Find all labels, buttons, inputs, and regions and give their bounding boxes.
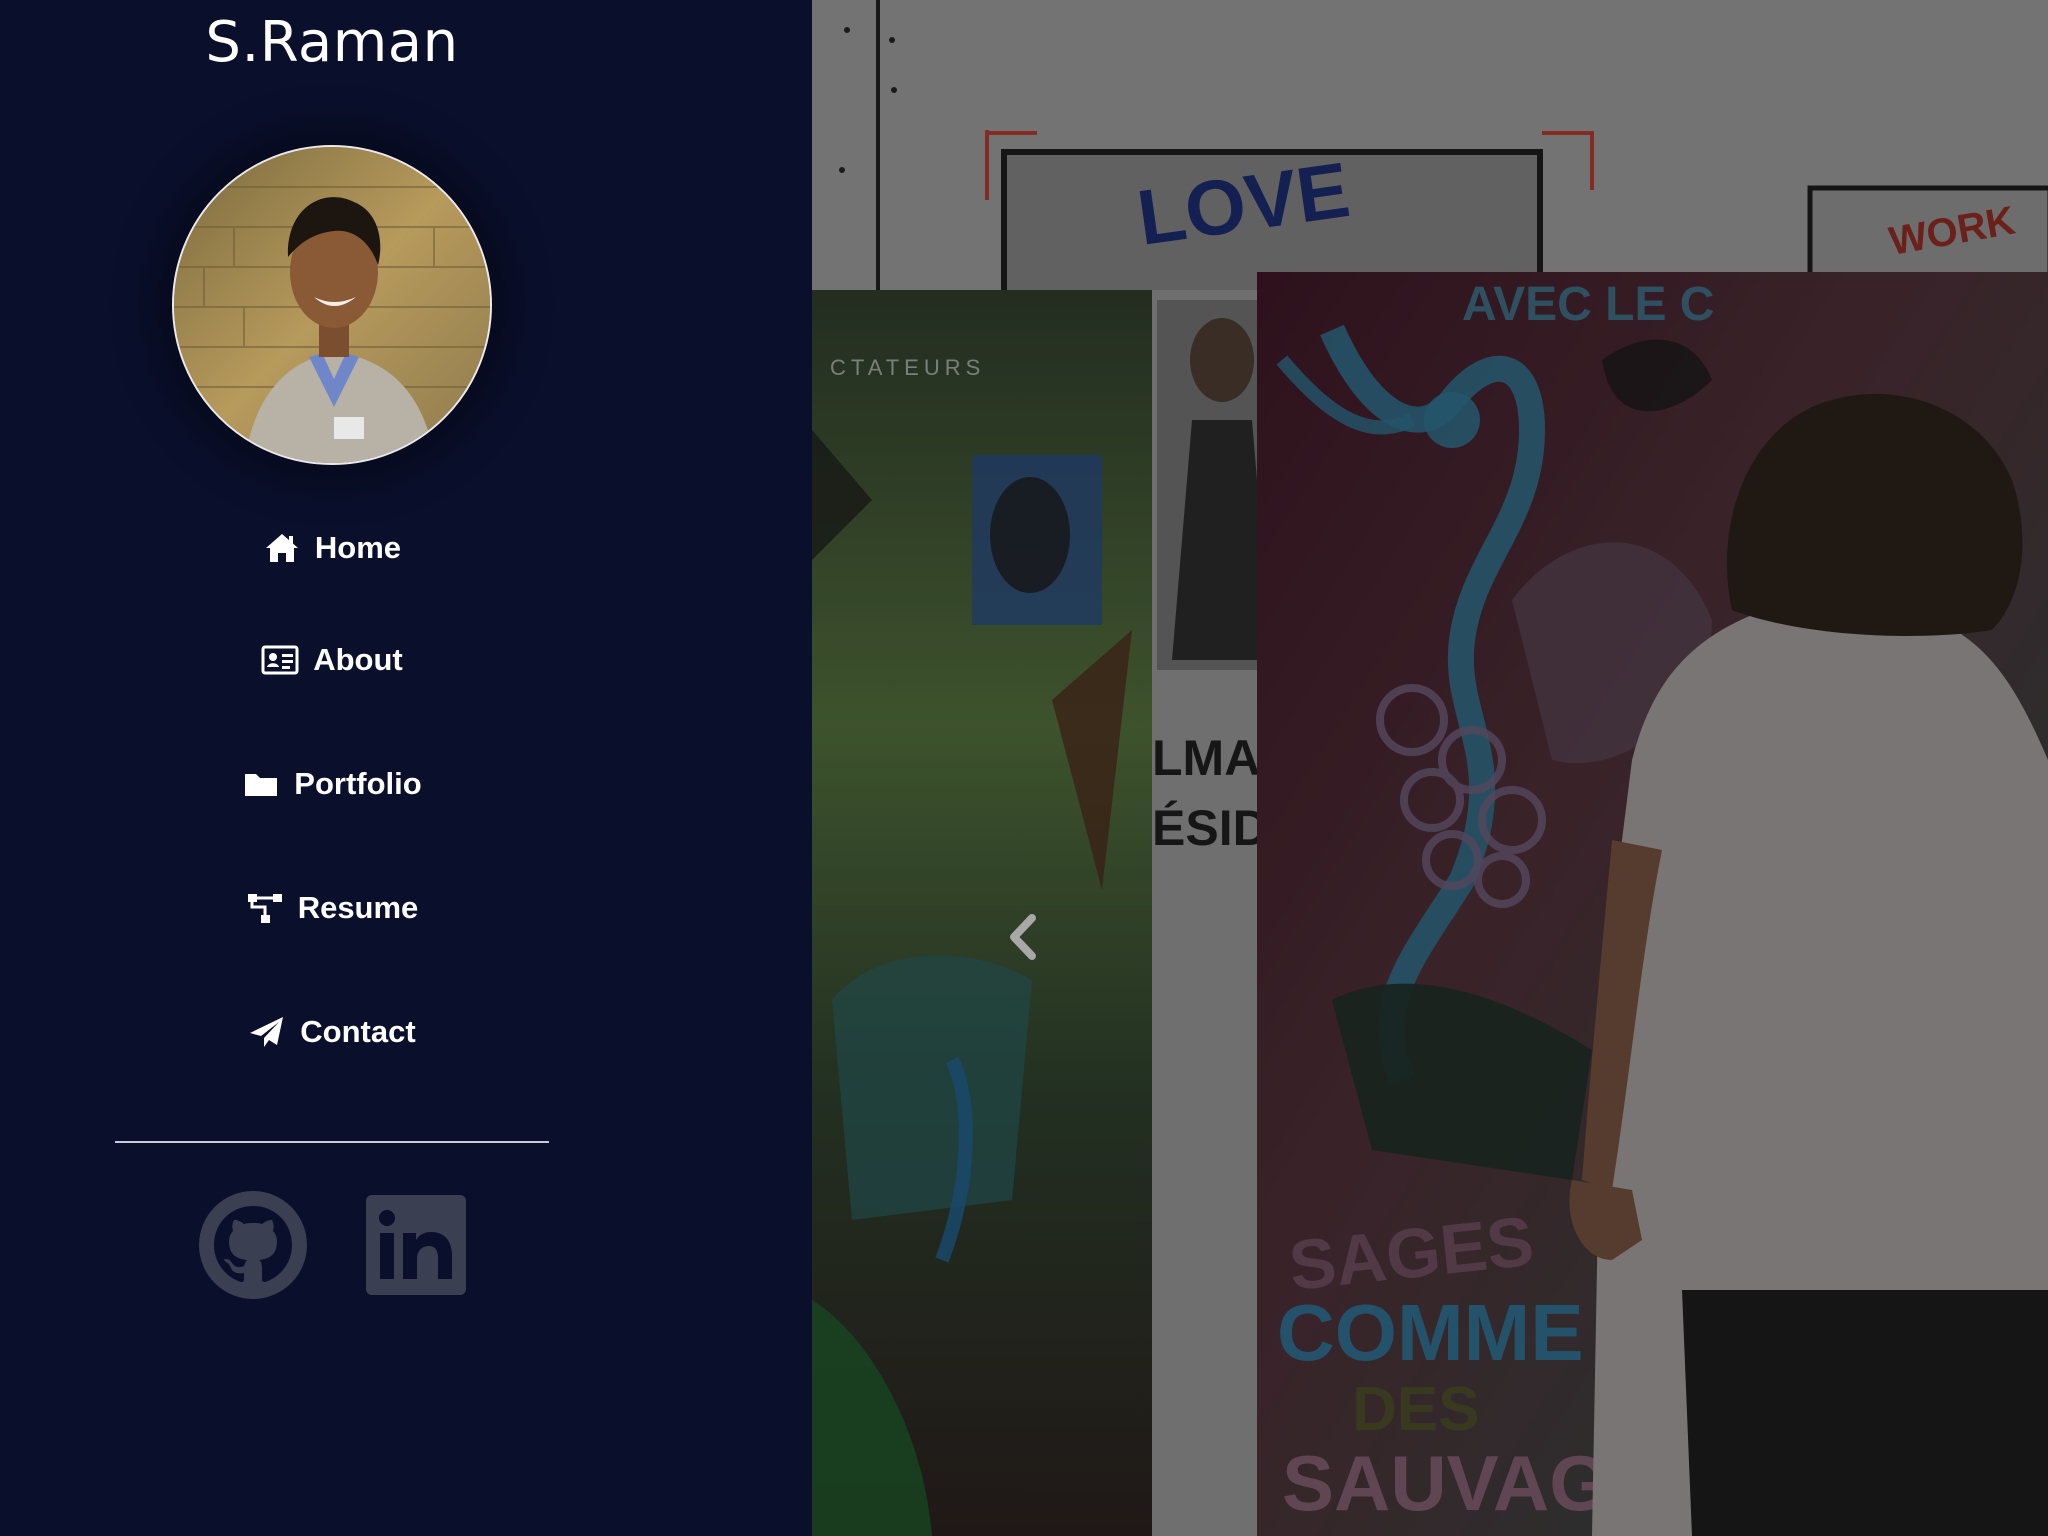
avatar-frame [172, 145, 492, 465]
brand-title[interactable]: S.Raman [0, 10, 664, 75]
nav-resume-label: Resume [297, 890, 419, 925]
linkedin-link[interactable] [366, 1195, 466, 1300]
hero-carousel: LOVE WORK CTATEURS LMA ÉSID AVEC LE C SA… [812, 0, 2048, 1536]
sitemap-icon [246, 891, 284, 925]
nav-resume[interactable]: Resume [0, 878, 664, 938]
nav-portfolio[interactable]: Portfolio [0, 754, 664, 814]
nav-contact-label: Contact [300, 1014, 416, 1049]
linkedin-icon [366, 1195, 466, 1299]
nav-home[interactable]: Home [0, 518, 664, 578]
folder-icon [242, 767, 280, 801]
github-link[interactable] [198, 1190, 308, 1305]
hero-overlay [812, 0, 2048, 1536]
github-icon [198, 1191, 308, 1304]
nav-about-label: About [313, 642, 403, 677]
chevron-left-icon [1004, 914, 1044, 966]
nav-portfolio-label: Portfolio [294, 766, 422, 801]
home-icon [263, 531, 301, 565]
carousel-prev-button[interactable] [1004, 912, 1044, 962]
sidebar: S.Raman Home About Portfolio Resume Cont… [0, 0, 812, 1536]
avatar [172, 145, 492, 465]
nav-contact[interactable]: Contact [0, 1002, 664, 1062]
nav-about[interactable]: About [0, 630, 664, 690]
avatar-photo [174, 147, 490, 463]
page: S.Raman Home About Portfolio Resume Cont… [0, 0, 2048, 1536]
paper-plane-icon [248, 1015, 286, 1049]
nav-home-label: Home [314, 530, 402, 565]
sidebar-divider [115, 1141, 549, 1143]
id-card-icon [261, 643, 299, 677]
